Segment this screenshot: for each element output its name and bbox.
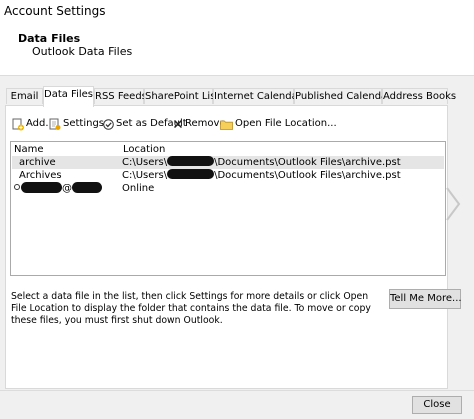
header-heading: Data Files — [18, 32, 81, 45]
tell-me-more-button[interactable]: Tell Me More... — [389, 289, 462, 309]
tab-address-books[interactable]: Address Books — [382, 88, 456, 104]
tab-sharepoint-lists[interactable]: SharePoint Lists — [144, 88, 225, 104]
open-file-location-button[interactable]: Open File Location... — [220, 117, 337, 131]
redacted-username — [167, 169, 215, 179]
help-description: Select a data file in the list, then cli… — [11, 291, 371, 326]
tab-published-calendars[interactable]: Published Calendars — [294, 88, 397, 104]
list-item-name: Archives — [19, 170, 62, 181]
remove-x-icon — [173, 119, 183, 129]
list-item-location: C:\Users\ \Documents\Outlook Files\archiv… — [122, 156, 401, 168]
title-bar: Account Settings — [0, 0, 474, 24]
column-header-name[interactable]: Name — [14, 144, 44, 155]
default-marker-icon — [14, 184, 20, 190]
folder-icon — [220, 119, 233, 130]
tab-email[interactable]: Email — [6, 88, 43, 104]
redacted-username — [167, 156, 215, 166]
list-item-name: @ — [14, 182, 102, 195]
open-file-location-label: Open File Location... — [235, 118, 337, 129]
list-item-location: Online — [122, 183, 155, 194]
list-item-location: C:\Users\ \Documents\Outlook Files\archiv… — [122, 169, 401, 181]
close-button[interactable]: Close — [412, 396, 462, 414]
settings-file-icon — [49, 118, 61, 131]
tab-strip: Email Data Files RSS Feeds SharePoint Li… — [6, 86, 472, 107]
list-item-online-account[interactable]: @ Online — [12, 182, 444, 195]
checkmark-icon — [103, 118, 114, 130]
list-item-archives[interactable]: Archives C:\Users\ \Documents\Outlook Fil… — [12, 169, 444, 182]
header-subheading: Outlook Data Files — [32, 45, 133, 58]
column-header-location[interactable]: Location — [123, 144, 165, 155]
redacted-account-name — [21, 182, 62, 193]
tab-data-files[interactable]: Data Files — [43, 86, 94, 107]
list-item-name: archive — [19, 157, 56, 168]
chevron-right-icon — [444, 186, 462, 222]
remove-button[interactable]: Remove — [173, 117, 226, 131]
redacted-account-domain — [72, 182, 102, 193]
dialog-footer — [0, 390, 474, 419]
tab-internet-calendars[interactable]: Internet Calendars — [213, 88, 307, 104]
window-title: Account Settings — [4, 4, 106, 18]
data-files-list[interactable]: Name Location archive C:\Users\ \Document… — [10, 141, 446, 276]
list-item-archive[interactable]: archive C:\Users\ \Documents\Outlook File… — [12, 156, 444, 169]
tab-rss-feeds[interactable]: RSS Feeds — [94, 88, 147, 104]
add-file-icon — [12, 118, 24, 131]
